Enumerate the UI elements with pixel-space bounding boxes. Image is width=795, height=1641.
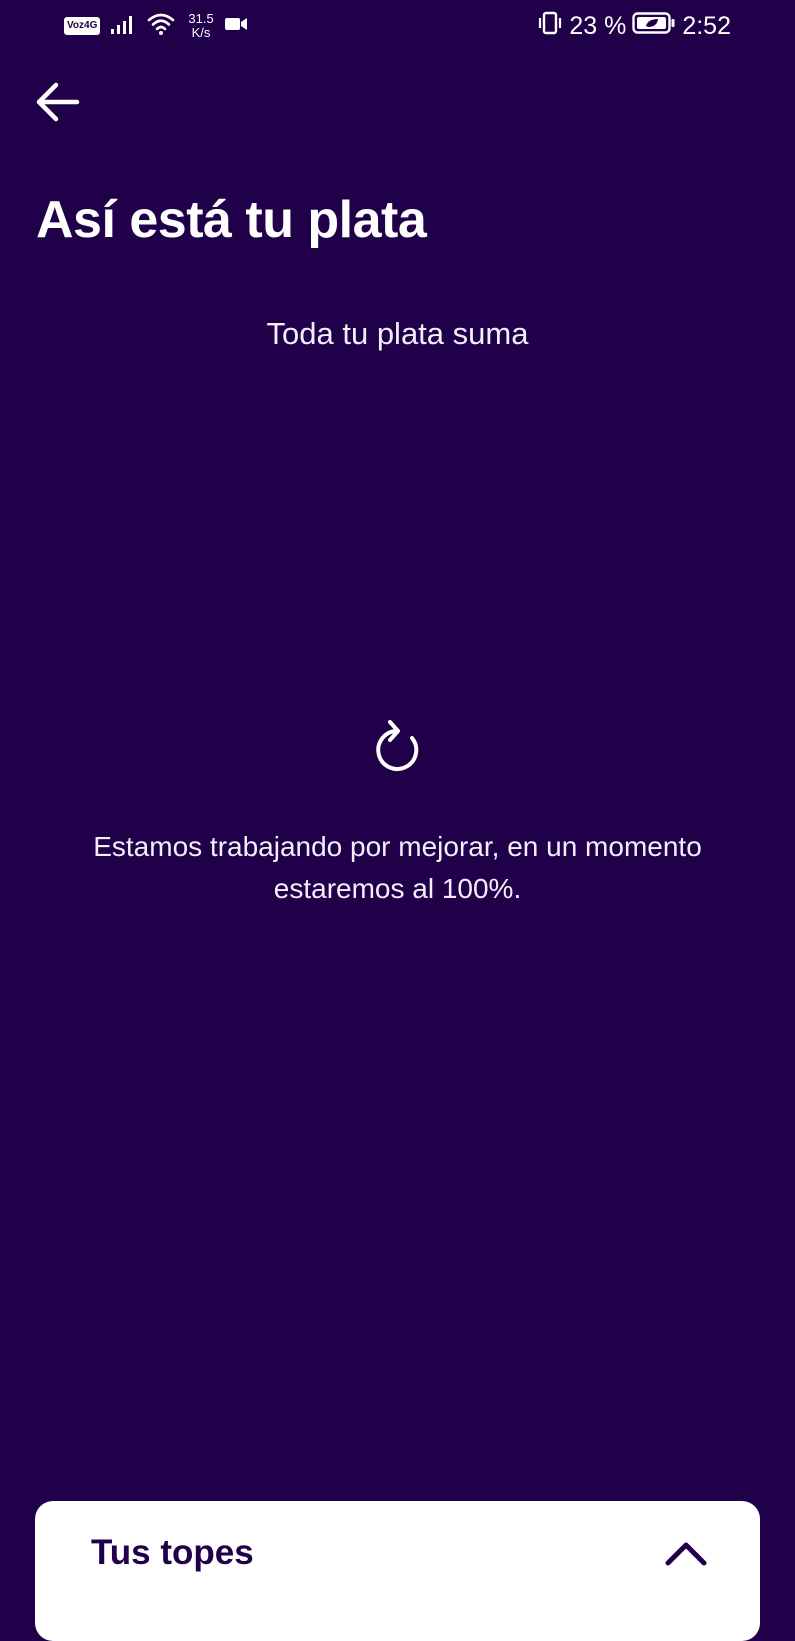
battery-saver-icon bbox=[632, 11, 676, 42]
clock: 2:52 bbox=[682, 11, 731, 40]
network-speed: 31.5 K/s bbox=[188, 12, 213, 40]
back-button[interactable] bbox=[30, 80, 84, 128]
card-title: Tus topes bbox=[91, 1533, 254, 1572]
status-bar-right: 23 % 2:52 bbox=[537, 8, 731, 44]
wifi-icon bbox=[146, 11, 176, 42]
signal-icon bbox=[110, 13, 136, 40]
status-bar-left: Voz4G 31.5 K/s bbox=[64, 8, 248, 44]
speed-value: 31.5 bbox=[188, 11, 214, 26]
video-record-icon bbox=[224, 15, 248, 38]
status-bar: Voz4G 31.5 K/s 23 % 2:52 bbox=[0, 0, 795, 52]
subtitle: Toda tu plata suma bbox=[266, 316, 529, 351]
tus-topes-card[interactable]: Tus topes bbox=[35, 1501, 760, 1641]
page-title: Así está tu plata bbox=[36, 191, 427, 249]
network-badge: Voz4G bbox=[64, 17, 101, 35]
speed-unit: K/s bbox=[191, 25, 211, 40]
chevron-up-icon[interactable] bbox=[664, 1537, 708, 1569]
vibrate-icon bbox=[537, 10, 563, 43]
loading-message: Estamos trabajando por mejorar, en un mo… bbox=[93, 831, 702, 904]
refresh-icon[interactable] bbox=[370, 716, 426, 776]
arrow-left-icon bbox=[34, 82, 80, 127]
battery-percent: 23 % bbox=[569, 11, 627, 40]
